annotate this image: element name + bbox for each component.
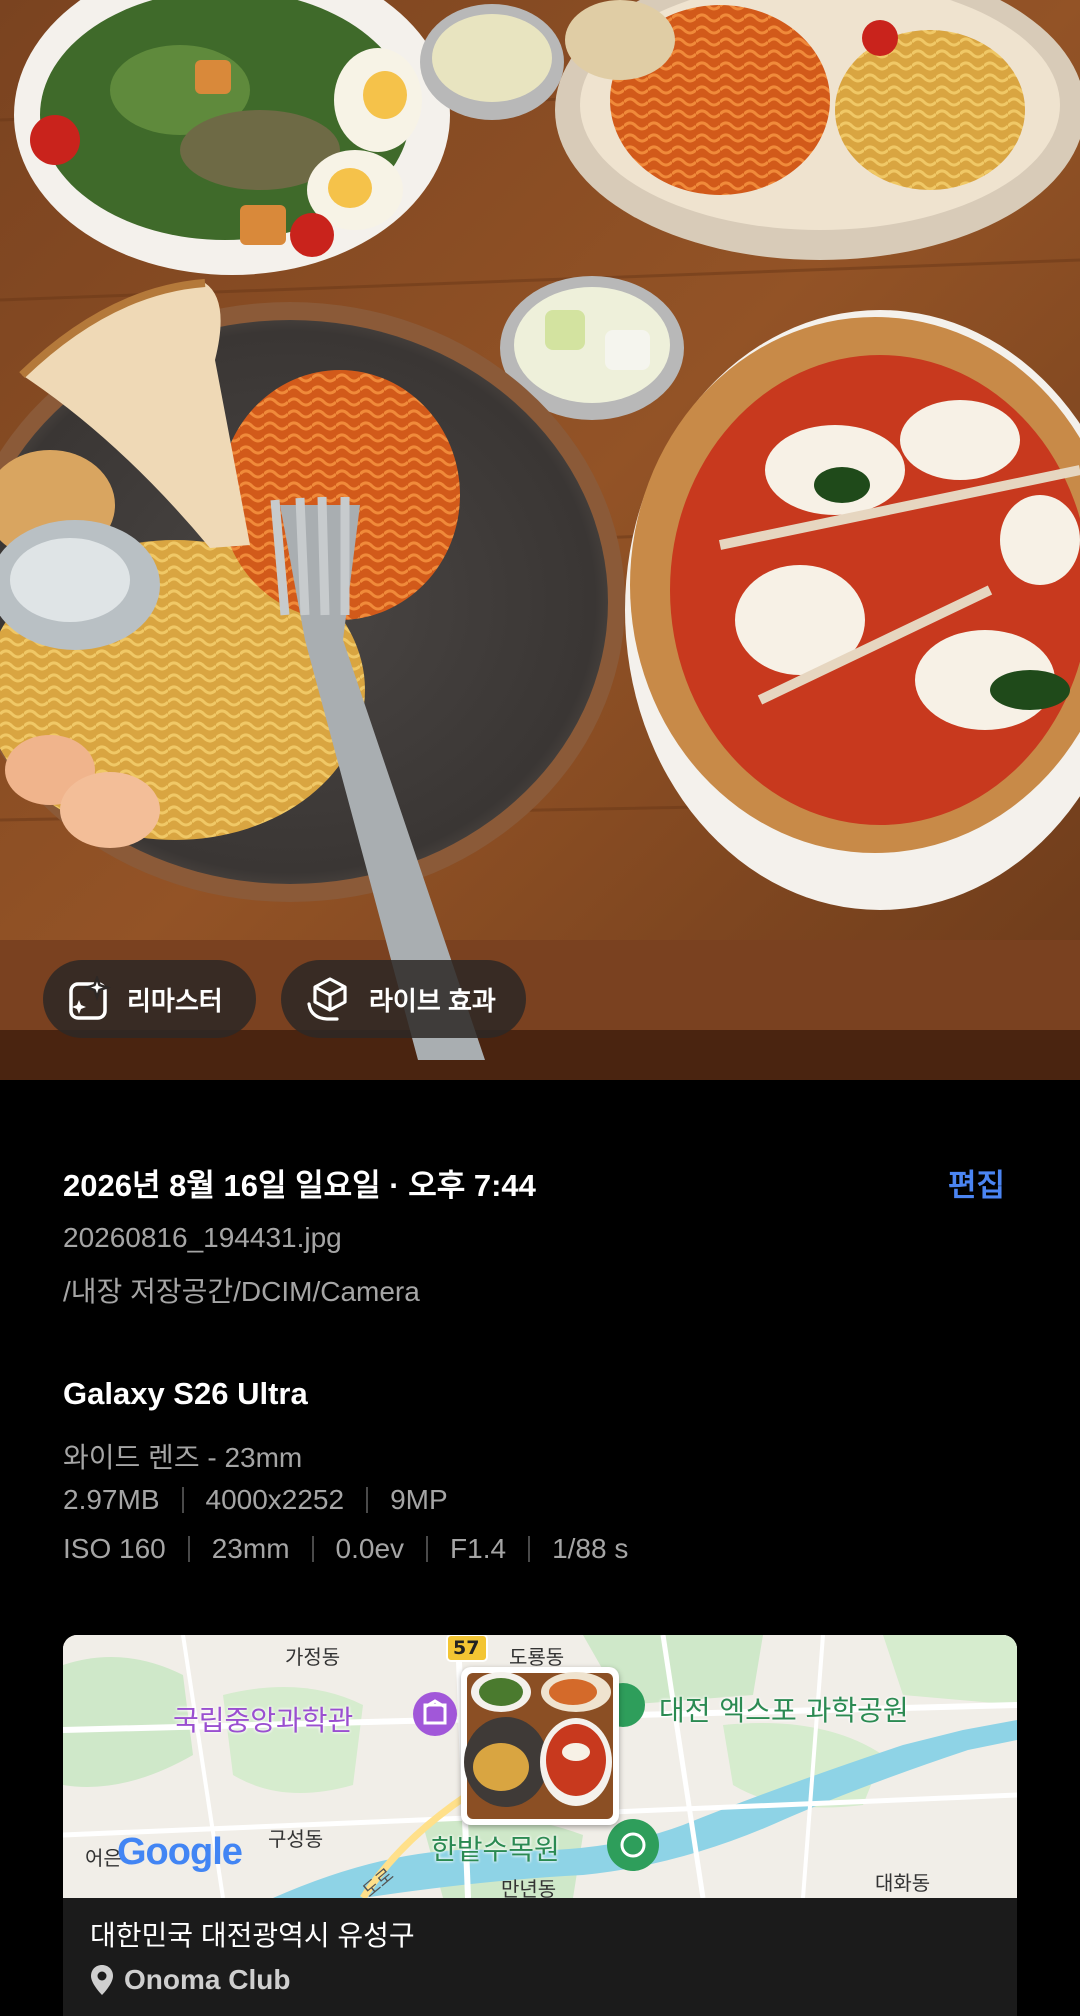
aperture: F1.4 <box>450 1533 507 1564</box>
divider <box>426 1536 429 1562</box>
live-effect-button[interactable]: 라이브 효과 <box>281 960 526 1038</box>
location-map-card[interactable]: 가정동 57 도룡동 국립중앙과학관 대전 엑스포 과학공원 구성동 한밭수목원… <box>63 1635 1017 2016</box>
device-model: Galaxy S26 Ultra <box>63 1376 308 1411</box>
focal-length: 23mm <box>211 1533 290 1564</box>
map-label-gajeong: 가정동 <box>285 1645 341 1669</box>
place-name: Onoma Club <box>124 1964 291 1995</box>
remaster-label: 리마스터 <box>127 985 223 1016</box>
live-effect-label: 라이브 효과 <box>369 985 496 1016</box>
location-info-bar[interactable]: 대한민국 대전광역시 유성구 Onoma Club <box>63 1898 1017 2016</box>
place-row[interactable]: Onoma Club <box>90 1964 290 1996</box>
map-label-expo-park[interactable]: 대전 엑스포 과학공원 <box>659 1689 909 1729</box>
file-name: 20260816_194431.jpg <box>63 1222 342 1253</box>
edit-button[interactable]: 편집 <box>948 1160 1005 1205</box>
megapixels: 9MP <box>390 1484 448 1515</box>
map-label-arboretum[interactable]: 한밭수목원 <box>431 1828 560 1868</box>
photo-thumbnail <box>464 1672 613 1819</box>
food-photo <box>0 0 1080 1080</box>
shutter-speed: 1/88 s <box>552 1533 629 1564</box>
location-address: 대한민국 대전광역시 유성구 <box>90 1920 415 1951</box>
exposure-value: 0.0ev <box>335 1533 405 1564</box>
map-label-daehwa: 대화동 <box>875 1871 931 1895</box>
file-path: /내장 저장공간/DCIM/Camera <box>63 1276 420 1307</box>
resolution: 4000x2252 <box>205 1484 345 1515</box>
divider <box>311 1536 314 1562</box>
photo-viewer[interactable]: 리마스터 라이브 효과 <box>0 0 1080 1080</box>
remaster-button[interactable]: 리마스터 <box>43 960 256 1038</box>
map-label-doryong: 도룡동 <box>509 1645 565 1669</box>
divider <box>181 1487 184 1513</box>
map-label-guseong: 구성동 <box>268 1827 324 1851</box>
exif-row: ISO 160 23mm 0.0ev F1.4 1/88 s <box>63 1533 628 1565</box>
google-logo: Google <box>117 1831 243 1873</box>
cube-hand-icon <box>307 977 347 1021</box>
divider <box>187 1536 190 1562</box>
photo-datetime: 2026년 8월 16일 일요일 · 오후 7:44 <box>63 1168 536 1203</box>
file-size: 2.97MB <box>63 1484 160 1515</box>
photo-thumbnail-marker[interactable] <box>461 1667 619 1825</box>
file-meta-row: 2.97MB 4000x2252 9MP <box>63 1484 448 1516</box>
iso-value: ISO 160 <box>63 1533 166 1564</box>
divider <box>366 1487 369 1513</box>
map-label-museum[interactable]: 국립중앙과학관 <box>173 1699 353 1739</box>
route-shield: 57 <box>453 1637 480 1659</box>
sparkle-frame-icon <box>69 976 111 1020</box>
location-pin-icon <box>91 1965 113 1995</box>
divider <box>528 1536 531 1562</box>
lens-info: 와이드 렌즈 - 23mm <box>63 1442 303 1473</box>
